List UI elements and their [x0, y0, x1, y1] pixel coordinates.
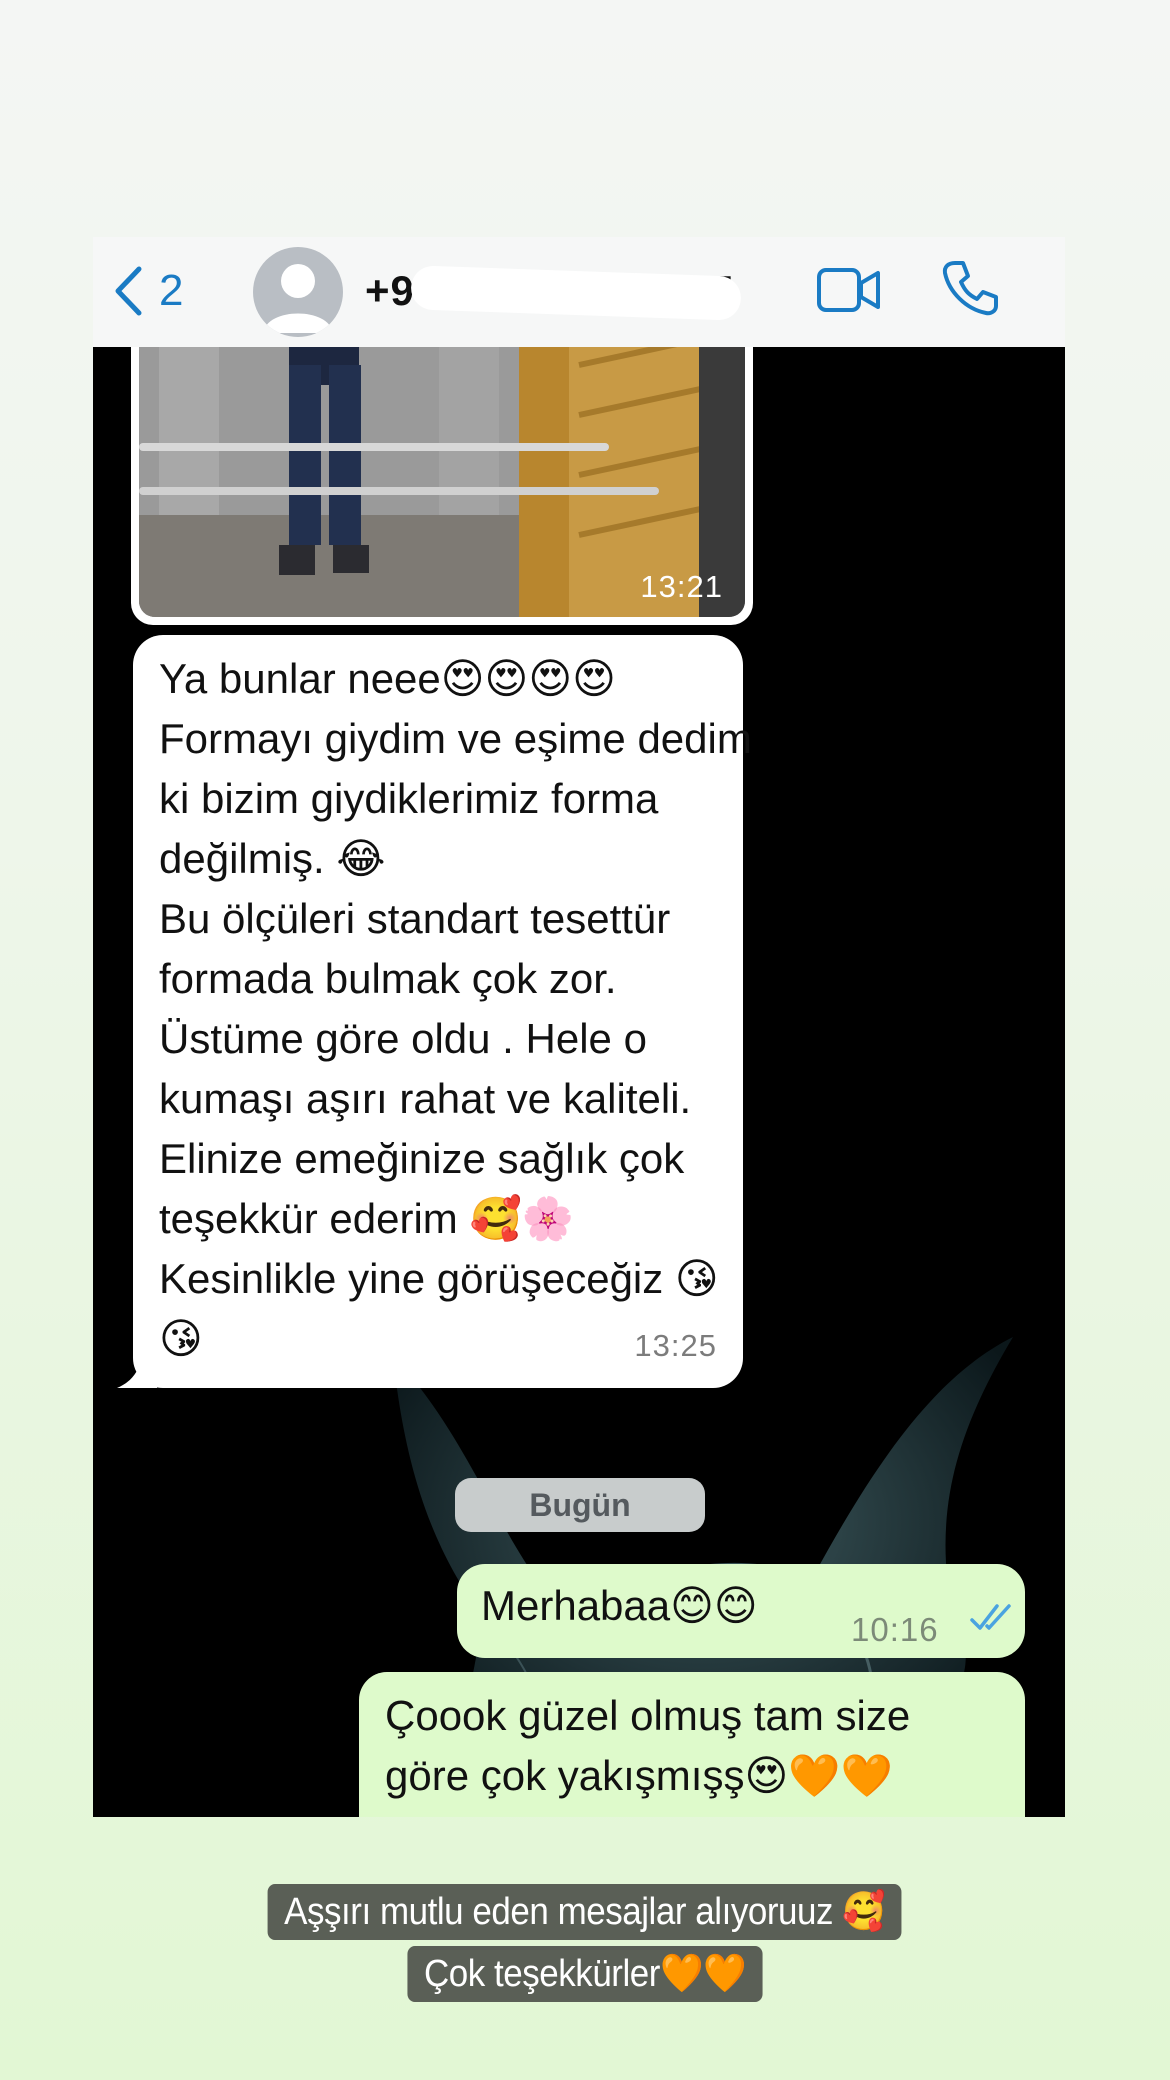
chat-screenshot: 2 +90 535 794 60 37 — [93, 237, 1065, 1817]
phone-call-icon[interactable] — [941, 259, 999, 317]
message-line: kumaşı aşırı rahat ve kaliteli. — [159, 1075, 692, 1122]
date-separator: Bugün — [455, 1478, 705, 1532]
unread-count: 2 — [159, 266, 184, 315]
caption-text: Çok teşekkürler🧡🧡 — [407, 1946, 763, 2002]
back-button[interactable]: 2 — [113, 261, 183, 321]
video-call-icon[interactable] — [816, 265, 882, 315]
bubble-tail — [117, 1358, 157, 1388]
caption-text: Aşşırı mutlu eden mesajlar alıyoruuz 🥰 — [267, 1884, 903, 1940]
image-message[interactable]: 13:21 — [131, 317, 753, 625]
message-time: 13:25 — [634, 1328, 717, 1363]
message-line: değilmiş. 😂 — [159, 835, 386, 882]
message-time: 13:21 — [640, 569, 723, 604]
message-line: formada bulmak çok zor. — [159, 955, 617, 1002]
read-receipt-icon — [970, 1604, 1011, 1630]
message-line: Bu ölçüleri standart tesettür — [159, 895, 671, 942]
outgoing-message[interactable]: Çoook güzel olmuş tam size göre çok yakı… — [359, 1672, 1025, 1817]
message-time: 10:16 — [851, 1611, 939, 1648]
message-line: Ya bunlar neee😍😍😍😍 — [159, 655, 616, 702]
message-line: Formayı giydim ve eşime dedim — [159, 715, 752, 762]
message-line: göre çok yakışmışş😍🧡🧡 — [385, 1752, 893, 1799]
avatar[interactable] — [253, 247, 343, 337]
message-line: Elinize emeğinize sağlık çok — [159, 1135, 685, 1182]
message-line: Üstüme göre oldu . Hele o — [159, 1015, 647, 1062]
message-text: Merhabaa😊😊 — [481, 1582, 758, 1629]
chevron-left-icon — [115, 266, 142, 316]
message-line: teşekkür ederim 🥰🌸 — [159, 1195, 575, 1242]
photo[interactable]: 13:21 — [139, 325, 745, 617]
message-line: Kesinlikle yine görüşeceğiz 😘 — [159, 1255, 719, 1302]
story-caption-line: Çok teşekkürler🧡🧡 — [0, 1946, 1170, 2002]
incoming-message[interactable]: Ya bunlar neee😍😍😍😍 Formayı giydim ve eşi… — [117, 635, 752, 1388]
person-icon — [263, 264, 333, 333]
message-line: Çoook güzel olmuş tam size — [385, 1692, 911, 1739]
chat-header: 2 +90 535 794 60 37 — [93, 237, 1065, 347]
story-caption-line: Aşşırı mutlu eden mesajlar alıyoruuz 🥰 — [0, 1884, 1170, 1940]
message-line: ki bizim giydiklerimiz forma — [159, 775, 659, 822]
outgoing-message[interactable]: Merhabaa😊😊 10:16 — [457, 1564, 1025, 1658]
